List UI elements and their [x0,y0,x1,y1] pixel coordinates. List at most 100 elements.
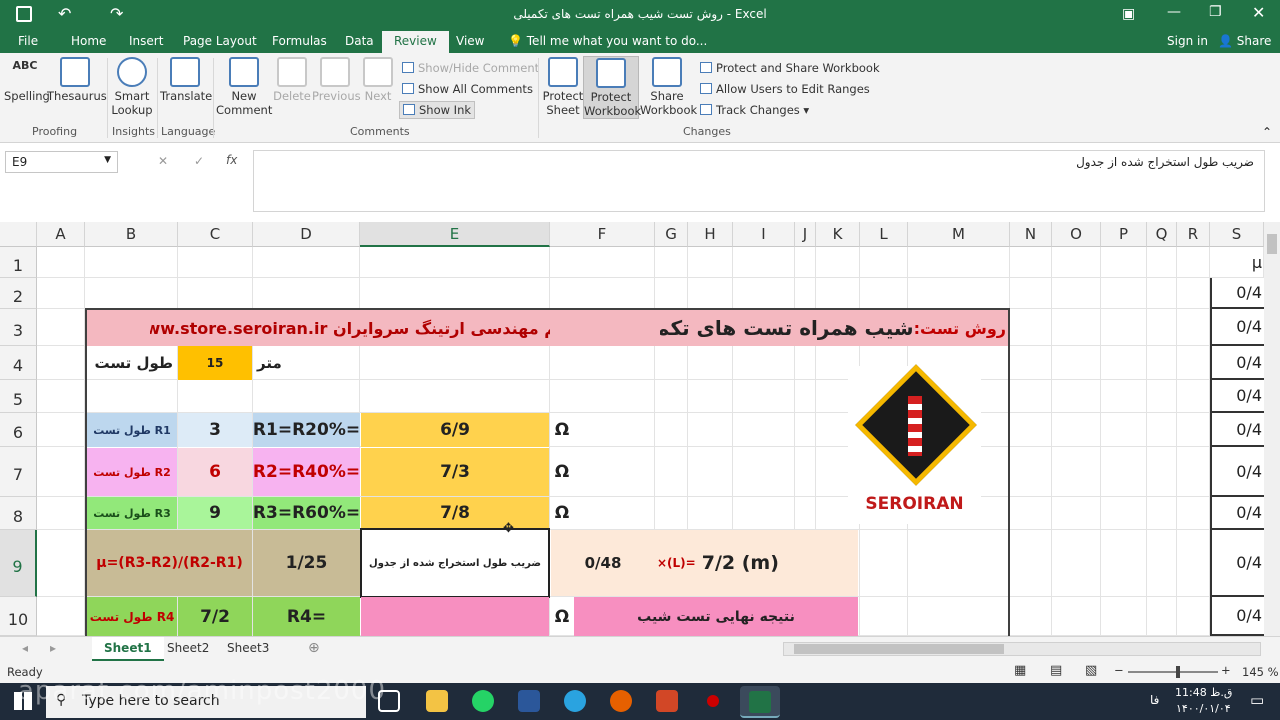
column-header-N[interactable]: N [1010,222,1052,247]
protect-sheet-button[interactable]: Protect Sheet [541,57,585,117]
tab-view[interactable]: View [456,34,484,48]
enter-icon[interactable]: ✓ [194,154,204,168]
row-header-8[interactable]: 8 [0,497,37,530]
share-button[interactable]: 👤 Share [1218,34,1271,48]
mu-value[interactable]: 1/25 [253,530,360,596]
collapse-ribbon-icon[interactable]: ⌃ [1262,125,1272,139]
column-header-E[interactable]: E [360,222,550,247]
r3-result[interactable]: 7/8 [361,497,549,529]
column-header-D[interactable]: D [253,222,360,247]
firefox-icon[interactable] [610,690,632,712]
zoom-level[interactable]: 145 % [1242,665,1279,679]
file-explorer-icon[interactable] [426,690,448,712]
s-column-cell[interactable]: 0/4 [1210,447,1264,497]
column-header-H[interactable]: H [688,222,733,247]
sign-in-link[interactable]: Sign in [1167,34,1208,48]
s-column-cell[interactable]: µ [1210,247,1264,278]
column-header-Q[interactable]: Q [1147,222,1177,247]
coef-cell-selected[interactable]: ضریب طول استخراج شده از جدول [360,528,550,598]
ribbon-display-icon[interactable]: ▣ [1122,6,1135,22]
tab-review[interactable]: Review [382,31,449,53]
share-workbook-button[interactable]: Share Workbook [640,57,697,117]
coef-value[interactable]: 0/48 [551,530,655,596]
recorder-icon[interactable] [707,695,719,707]
next-sheet-icon[interactable]: ▸ [50,641,56,655]
cancel-icon[interactable]: ✕ [158,154,168,168]
tab-file[interactable]: File [18,34,38,48]
column-header-M[interactable]: M [908,222,1010,247]
show-ink-button[interactable]: Show Ink [399,101,476,119]
tab-page-layout[interactable]: Page Layout [183,34,257,48]
column-header-S[interactable]: S [1210,222,1264,247]
row-header-10[interactable]: 10 [0,597,37,636]
tab-insert[interactable]: Insert [129,34,163,48]
thesaurus-button[interactable]: Thesaurus [47,57,107,103]
row-header-5[interactable]: 5 [0,380,37,413]
whatsapp-icon[interactable] [472,690,494,712]
close-icon[interactable]: ✕ [1252,3,1265,22]
clock-date[interactable]: ۱۴۰۰/۰۱/۰۴ [1176,702,1231,715]
column-header-L[interactable]: L [860,222,908,247]
new-comment-button[interactable]: New Comment [216,57,272,117]
column-header-O[interactable]: O [1052,222,1101,247]
column-header-P[interactable]: P [1101,222,1147,247]
name-box-dropdown-icon[interactable]: ▼ [104,155,111,165]
maximize-icon[interactable]: ❐ [1209,4,1222,20]
s-column-cell[interactable]: 0/4 [1210,309,1264,346]
zoom-slider-handle[interactable] [1176,666,1180,678]
protect-share-workbook-button[interactable]: Protect and Share Workbook [700,61,880,75]
clock-time[interactable]: 11:48 ق.ظ [1175,686,1232,699]
s-column-cell[interactable]: 0/4 [1210,278,1264,309]
r1-value[interactable]: 3 [178,413,252,447]
next-comment-button[interactable]: Next [360,57,396,103]
r2-value[interactable]: 6 [178,448,252,496]
column-header-C[interactable]: C [178,222,253,247]
allow-users-button[interactable]: Allow Users to Edit Ranges [700,82,870,96]
tab-home[interactable]: Home [71,34,106,48]
page-break-view-icon[interactable]: ▧ [1085,663,1097,678]
notification-icon[interactable]: ▭ [1250,691,1264,709]
s-column-cell[interactable]: 0/4 [1210,346,1264,380]
sheet-tab-2[interactable]: Sheet2 [155,637,221,661]
vertical-scrollbar[interactable] [1264,222,1280,636]
prev-sheet-icon[interactable]: ◂ [22,641,28,655]
row-header-9[interactable]: 9 [0,530,37,597]
r3-value[interactable]: 9 [178,497,252,529]
previous-comment-button[interactable]: Previous [312,57,361,103]
row-header-3[interactable]: 3 [0,309,37,346]
column-header-R[interactable]: R [1177,222,1210,247]
row-header-2[interactable]: 2 [0,278,37,309]
spelling-button[interactable]: ABC Spelling [4,57,50,103]
column-header-J[interactable]: J [795,222,816,247]
column-header-I[interactable]: I [733,222,795,247]
zoom-slider[interactable] [1128,666,1218,678]
formula-input[interactable]: ضریب طول استخراج شده از جدول [253,150,1265,212]
column-header-B[interactable]: B [85,222,178,247]
language-indicator[interactable]: فا [1150,693,1159,707]
excel-icon[interactable] [740,686,780,718]
smart-lookup-button[interactable]: Smart Lookup [110,57,154,117]
row-header-6[interactable]: 6 [0,413,37,447]
tab-formulas[interactable]: Formulas [272,34,327,48]
protect-workbook-button[interactable]: Protect Workbook [583,56,641,119]
row-header-7[interactable]: 7 [0,447,37,497]
select-all[interactable] [0,222,37,247]
r2-result[interactable]: 7/3 [361,448,549,496]
s-column-cell[interactable]: 0/4 [1210,530,1264,597]
page-layout-view-icon[interactable]: ▤ [1050,663,1062,678]
zoom-in-icon[interactable]: + [1221,663,1231,677]
s-column-cell[interactable]: 0/4 [1210,497,1264,530]
word-icon[interactable] [518,690,540,712]
column-header-F[interactable]: F [550,222,655,247]
worksheet-grid[interactable]: ABCDEFGHIJKLMNOPQRS 1 2 3 4 5 6 7 8 9 10 www.stor… [0,222,1280,636]
normal-view-icon[interactable]: ▦ [1014,663,1026,678]
vertical-scroll-thumb[interactable] [1267,234,1277,254]
s-column-cell[interactable]: 0/4 [1210,413,1264,447]
r4-length[interactable]: 7/2 [178,597,252,636]
horizontal-scrollbar[interactable] [783,642,1261,656]
delete-comment-button[interactable]: Delete [272,57,312,103]
sheet-tab-3[interactable]: Sheet3 [215,637,281,661]
show-all-comments-button[interactable]: Show All Comments [402,82,533,96]
minimize-icon[interactable]: — [1167,4,1181,20]
column-header-G[interactable]: G [655,222,688,247]
